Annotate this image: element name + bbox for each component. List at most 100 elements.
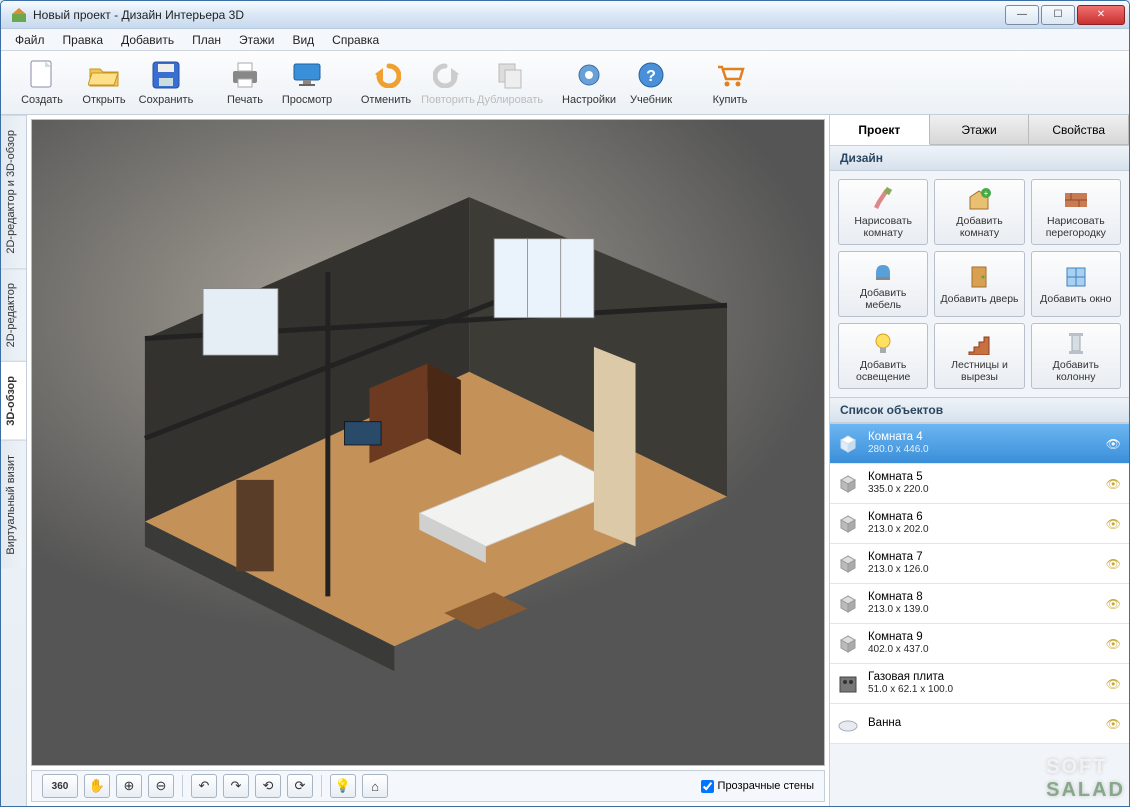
object-dims: 51.0 x 62.1 x 100.0 <box>868 684 953 696</box>
design-btn-label: Добавить мебель <box>843 287 923 311</box>
help-icon: ? <box>635 59 667 91</box>
object-dims: 213.0 x 139.0 <box>868 604 929 616</box>
object-row[interactable]: Комната 8213.0 x 139.0 👁 <box>830 584 1129 624</box>
visibility-toggle[interactable]: 👁 <box>1106 717 1121 731</box>
3d-viewport[interactable] <box>31 119 825 766</box>
svg-text:+: + <box>984 189 989 198</box>
tab-properties[interactable]: Свойства <box>1029 115 1129 145</box>
visibility-toggle[interactable]: 👁 <box>1106 437 1121 451</box>
menu-edit[interactable]: Правка <box>55 31 112 49</box>
home-icon: ⌂ <box>371 779 379 794</box>
tab-2d3d[interactable]: 2D-редактор и 3D-обзор <box>1 115 26 268</box>
visibility-toggle[interactable]: 👁 <box>1106 677 1121 691</box>
object-row[interactable]: Комната 5335.0 x 220.0👁 <box>830 464 1129 504</box>
redo-button[interactable]: Повторить <box>417 57 479 108</box>
object-row[interactable]: Комната 4280.0 x 446.0👁 <box>830 424 1129 464</box>
undo-button[interactable]: Отменить <box>355 57 417 108</box>
tilt-up-button[interactable]: ⟲ <box>255 774 281 798</box>
design-btn-brush[interactable]: Нарисовать комнату <box>838 179 928 245</box>
settings-button[interactable]: Настройки <box>558 57 620 108</box>
window-title: Новый проект - Дизайн Интерьера 3D <box>33 8 244 22</box>
lighting-button[interactable]: 💡 <box>330 774 356 798</box>
menu-help[interactable]: Справка <box>324 31 387 49</box>
file-new-icon <box>26 59 58 91</box>
design-btn-window[interactable]: Добавить окно <box>1031 251 1121 317</box>
print-button[interactable]: Печать <box>214 57 276 108</box>
object-row[interactable]: Газовая плита51.0 x 62.1 x 100.0 👁 <box>830 664 1129 704</box>
tab-virtual-visit[interactable]: Виртуальный визит <box>1 440 26 569</box>
view-360-button[interactable]: 360 <box>42 774 78 798</box>
tab-3d-view[interactable]: 3D-обзор <box>1 361 26 440</box>
design-btn-bulb[interactable]: Добавить освещение <box>838 323 928 389</box>
preview-button[interactable]: Просмотр <box>276 57 338 108</box>
zoom-in-icon: ⊕ <box>124 778 135 794</box>
design-btn-add-room[interactable]: +Добавить комнату <box>934 179 1024 245</box>
object-dims: 402.0 x 437.0 <box>868 644 929 656</box>
buy-button[interactable]: Купить <box>699 57 761 108</box>
tutorial-button[interactable]: ?Учебник <box>620 57 682 108</box>
svg-text:?: ? <box>646 68 656 85</box>
pan-button[interactable]: ✋ <box>84 774 110 798</box>
object-row[interactable]: Комната 7213.0 x 126.0👁 <box>830 544 1129 584</box>
zoom-out-button[interactable]: ⊖ <box>148 774 174 798</box>
design-btn-door[interactable]: Добавить дверь <box>934 251 1024 317</box>
transparent-walls-label: Прозрачные стены <box>718 780 814 792</box>
open-button[interactable]: Открыть <box>73 57 135 108</box>
transparent-walls-toggle[interactable]: Прозрачные стены <box>701 780 814 793</box>
visibility-toggle[interactable]: 👁 <box>1106 477 1121 491</box>
object-row[interactable]: Комната 9402.0 x 437.0👁 <box>830 624 1129 664</box>
wall-icon <box>1062 186 1090 212</box>
maximize-button[interactable]: ☐ <box>1041 5 1075 25</box>
visibility-toggle[interactable]: 👁 <box>1106 517 1121 531</box>
create-button[interactable]: Создать <box>11 57 73 108</box>
home-view-button[interactable]: ⌂ <box>362 774 388 798</box>
menu-file[interactable]: Файл <box>7 31 53 49</box>
transparent-walls-checkbox[interactable] <box>701 780 714 793</box>
tab-2d-editor[interactable]: 2D-редактор <box>1 268 26 361</box>
door-icon <box>965 264 993 290</box>
workspace: 2D-редактор и 3D-обзор 2D-редактор 3D-об… <box>1 115 1129 806</box>
object-name: Газовая плита <box>868 671 953 684</box>
object-name: Комната 4 <box>868 431 929 444</box>
save-button[interactable]: Сохранить <box>135 57 197 108</box>
object-name: Комната 6 <box>868 511 929 524</box>
object-icon <box>836 554 860 574</box>
zoom-in-button[interactable]: ⊕ <box>116 774 142 798</box>
visibility-toggle[interactable]: 👁 <box>1106 557 1121 571</box>
rotate-left-button[interactable]: ↶ <box>191 774 217 798</box>
menu-floors[interactable]: Этажи <box>231 31 282 49</box>
menu-view[interactable]: Вид <box>284 31 322 49</box>
design-btn-chair[interactable]: Добавить мебель <box>838 251 928 317</box>
rotate-right-button[interactable]: ↷ <box>223 774 249 798</box>
object-name: Комната 8 <box>868 591 929 604</box>
object-icon <box>836 594 860 614</box>
right-tabs: Проект Этажи Свойства <box>830 115 1129 145</box>
minimize-button[interactable]: — <box>1005 5 1039 25</box>
monitor-icon <box>291 59 323 91</box>
design-header: Дизайн <box>830 145 1129 171</box>
objects-list[interactable]: Комната 4280.0 x 446.0👁Комната 5335.0 x … <box>830 423 1129 806</box>
menu-add[interactable]: Добавить <box>113 31 182 49</box>
cart-icon <box>714 59 746 91</box>
duplicate-button[interactable]: Дублировать <box>479 57 541 108</box>
object-row[interactable]: Ванна👁 <box>830 704 1129 744</box>
close-button[interactable]: ✕ <box>1077 5 1125 25</box>
menu-plan[interactable]: План <box>184 31 229 49</box>
object-name: Комната 7 <box>868 551 929 564</box>
viewport-toolbar: 360 ✋ ⊕ ⊖ ↶ ↷ ⟲ ⟳ 💡 ⌂ Прозрачные стены <box>31 770 825 802</box>
visibility-toggle[interactable]: 👁 <box>1106 637 1121 651</box>
design-btn-stairs[interactable]: Лестницы и вырезы <box>934 323 1024 389</box>
visibility-toggle[interactable]: 👁 <box>1106 597 1121 611</box>
design-btn-wall[interactable]: Нарисовать перегородку <box>1031 179 1121 245</box>
object-dims: 335.0 x 220.0 <box>868 484 929 496</box>
design-btn-label: Лестницы и вырезы <box>939 359 1019 383</box>
tilt-down-button[interactable]: ⟳ <box>287 774 313 798</box>
zoom-out-icon: ⊖ <box>156 778 167 794</box>
right-panel: Проект Этажи Свойства Дизайн Нарисовать … <box>829 115 1129 806</box>
object-row[interactable]: Комната 6213.0 x 202.0👁 <box>830 504 1129 544</box>
main-toolbar: Создать Открыть Сохранить Печать Просмот… <box>1 51 1129 115</box>
tab-floors[interactable]: Этажи <box>930 115 1030 145</box>
tab-project[interactable]: Проект <box>830 115 930 145</box>
window-icon <box>1062 264 1090 290</box>
design-btn-column[interactable]: Добавить колонну <box>1031 323 1121 389</box>
